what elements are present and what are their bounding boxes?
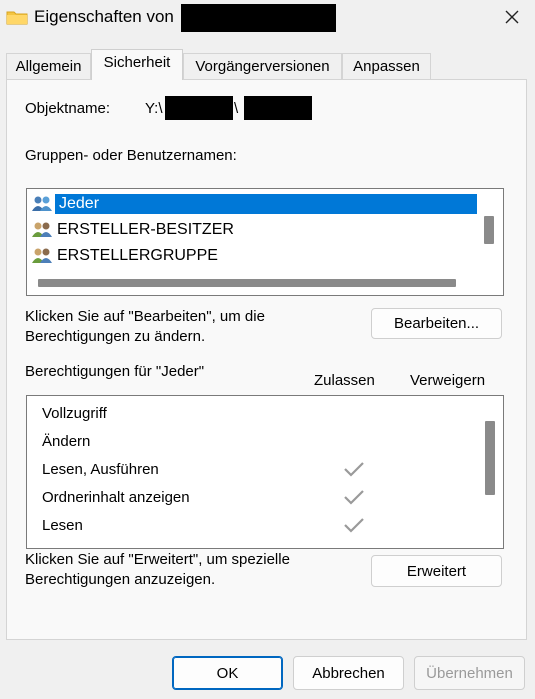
permission-name: Lesen — [42, 516, 83, 534]
horizontal-scrollbar-thumb[interactable] — [38, 279, 456, 287]
column-deny-header: Verweigern — [410, 372, 486, 389]
permissions-listbox[interactable]: Vollzugriff Ändern Lesen, Ausführen Ordn… — [26, 395, 504, 549]
permission-row: Vollzugriff — [42, 399, 482, 427]
object-path-prefix: Y:\ — [145, 100, 163, 117]
permission-row: Ordnerinhalt anzeigen — [42, 483, 482, 511]
redacted-path-2 — [244, 96, 312, 120]
folder-icon — [6, 10, 28, 25]
permission-name: Lesen, Ausführen — [42, 460, 159, 478]
groups-listbox[interactable]: Jeder ERSTELLER-BESITZER ERSTELLERGRUPPE — [26, 188, 504, 296]
list-item-label: ERSTELLER-BESITZER — [57, 221, 234, 238]
tab-allgemein[interactable]: Allgemein — [6, 53, 91, 79]
object-path-separator: \ — [234, 100, 239, 117]
vertical-scrollbar-thumb[interactable] — [485, 421, 495, 495]
edit-button[interactable]: Bearbeiten... — [371, 308, 502, 339]
close-button[interactable] — [498, 4, 526, 30]
permission-row: Ändern — [42, 427, 482, 455]
cancel-button[interactable]: Abbrechen — [293, 656, 404, 690]
list-item[interactable]: Jeder — [27, 191, 477, 217]
list-item[interactable]: ERSTELLERGRUPPE — [27, 243, 477, 269]
check-icon — [344, 518, 364, 533]
apply-button[interactable]: Übernehmen — [414, 656, 525, 690]
list-item-label: Jeder — [55, 194, 477, 214]
object-name-label: Objektname: — [25, 100, 111, 117]
close-icon — [505, 10, 519, 24]
redacted-path-1 — [165, 96, 233, 120]
permission-row: Lesen, Ausführen — [42, 455, 482, 483]
advanced-hint-line1: Klicken Sie auf "Erweitert", um speziell… — [25, 551, 290, 568]
advanced-hint-line2: Berechtigungen anzuzeigen. — [25, 571, 216, 588]
users-group-icon — [32, 222, 52, 237]
list-item[interactable]: ERSTELLER-BESITZER — [27, 217, 477, 243]
groups-label: Gruppen- oder Benutzernamen: — [25, 147, 237, 164]
users-group-icon — [32, 196, 52, 211]
redacted-title — [181, 4, 336, 32]
window-title: Eigenschaften von — [34, 7, 174, 26]
users-group-icon — [32, 248, 52, 263]
permission-name: Ordnerinhalt anzeigen — [42, 488, 190, 506]
permission-row: Lesen — [42, 511, 482, 539]
ok-button[interactable]: OK — [172, 656, 283, 690]
permissions-label: Berechtigungen für "Jeder" — [25, 363, 205, 380]
tab-sicherheit[interactable]: Sicherheit — [91, 49, 183, 80]
permission-name: Vollzugriff — [42, 404, 107, 422]
check-icon — [344, 490, 364, 505]
vertical-scrollbar-thumb[interactable] — [484, 216, 494, 244]
check-icon — [344, 462, 364, 477]
permission-name: Ändern — [42, 432, 91, 450]
edit-hint-line2: Berechtigungen zu ändern. — [25, 328, 206, 345]
column-allow-header: Zulassen — [314, 372, 375, 389]
advanced-button[interactable]: Erweitert — [371, 555, 502, 587]
tab-anpassen[interactable]: Anpassen — [342, 53, 431, 79]
tab-vorgaengerversionen[interactable]: Vorgängerversionen — [183, 53, 342, 79]
edit-hint-line1: Klicken Sie auf "Bearbeiten", um die — [25, 308, 265, 325]
list-item-label: ERSTELLERGRUPPE — [57, 247, 218, 264]
